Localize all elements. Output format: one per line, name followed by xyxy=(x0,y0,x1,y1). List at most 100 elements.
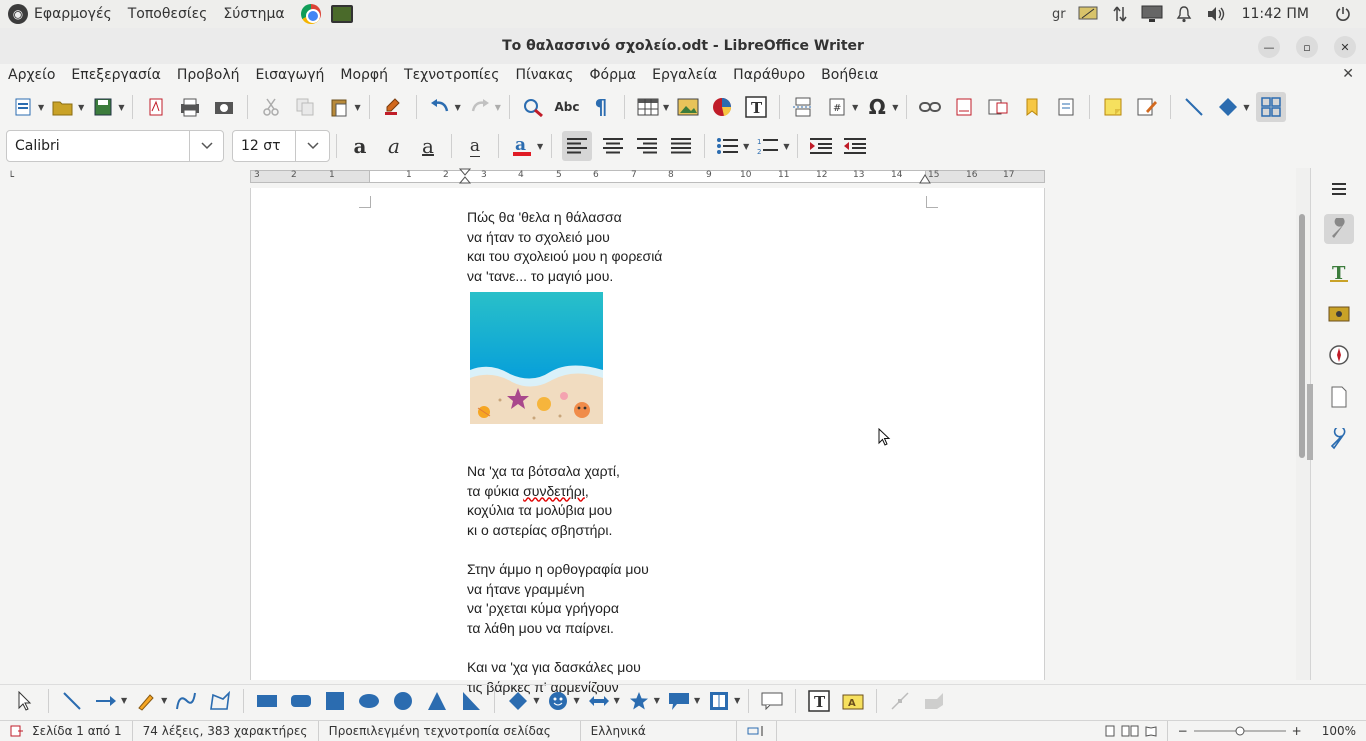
maximize-button[interactable]: ▫ xyxy=(1296,36,1318,58)
menu-format[interactable]: Μορφή xyxy=(340,67,388,83)
table-dropdown-icon[interactable]: ▼ xyxy=(663,103,669,112)
zoom-out-icon[interactable]: − xyxy=(1178,724,1188,738)
insert-field-icon[interactable]: # xyxy=(824,94,850,120)
menu-help[interactable]: Βοήθεια xyxy=(821,67,878,83)
insert-textbox-icon[interactable]: T xyxy=(743,94,769,120)
insert-endnote-icon[interactable] xyxy=(985,94,1011,120)
menu-insert[interactable]: Εισαγωγή xyxy=(256,67,325,83)
font-name-combobox[interactable]: Calibri xyxy=(6,130,224,162)
zoom-in-icon[interactable]: + xyxy=(1292,724,1302,738)
insert-comment-callout-icon[interactable] xyxy=(759,688,785,714)
callouts-dropdown-icon[interactable]: ▼ xyxy=(694,696,700,705)
sea-beach-image[interactable] xyxy=(470,292,603,424)
applications-menu[interactable]: Εφαρμογές xyxy=(34,6,112,22)
toggle-extrusion-icon[interactable] xyxy=(921,688,947,714)
page-status[interactable]: Σελίδα 1 από 1 xyxy=(0,720,133,741)
insert-special-character-icon[interactable]: Ω xyxy=(864,94,890,120)
print-icon[interactable] xyxy=(177,94,203,120)
clone-formatting-icon[interactable] xyxy=(380,94,406,120)
underline-icon[interactable]: a xyxy=(415,133,441,159)
triangle-shape-icon[interactable] xyxy=(424,688,450,714)
minimize-button[interactable]: — xyxy=(1258,36,1280,58)
insert-fontwork-icon[interactable]: A xyxy=(840,688,866,714)
gallery-icon[interactable] xyxy=(1324,298,1354,328)
sidebar-resize-handle[interactable] xyxy=(1307,384,1313,460)
open-folder-icon[interactable] xyxy=(50,94,76,120)
square-shape-icon[interactable] xyxy=(322,688,348,714)
properties-wrench-icon[interactable] xyxy=(1324,214,1354,244)
points-edit-icon[interactable] xyxy=(887,688,913,714)
chevron-down-icon[interactable] xyxy=(295,131,329,161)
insert-cross-reference-icon[interactable] xyxy=(1053,94,1079,120)
styles-icon[interactable]: T xyxy=(1324,258,1354,288)
right-triangle-shape-icon[interactable] xyxy=(458,688,484,714)
document-page[interactable]: Πώς θα 'θελα η θάλασσα να ήταν το σχολει… xyxy=(250,188,1045,695)
justify-icon[interactable] xyxy=(668,133,694,159)
freeform-dropdown-icon[interactable]: ▼ xyxy=(161,696,167,705)
insert-footnote-icon[interactable] xyxy=(951,94,977,120)
unordered-list-icon[interactable] xyxy=(715,133,741,159)
open-dropdown-icon[interactable]: ▼ xyxy=(78,103,84,112)
insert-chart-icon[interactable] xyxy=(709,94,735,120)
chrome-launcher-icon[interactable] xyxy=(300,4,321,24)
special-char-dropdown-icon[interactable]: ▼ xyxy=(892,103,898,112)
multi-page-view-icon[interactable] xyxy=(1121,725,1139,737)
insert-page-break-icon[interactable] xyxy=(790,94,816,120)
zoom-level[interactable]: 100% xyxy=(1312,721,1366,741)
insert-table-icon[interactable] xyxy=(635,94,661,120)
view-layout-icons[interactable] xyxy=(1095,720,1168,741)
save-icon[interactable] xyxy=(90,94,116,120)
basic-shapes-diamond-icon[interactable] xyxy=(505,688,531,714)
font-color-icon[interactable]: a xyxy=(509,133,535,159)
horizontal-ruler[interactable]: 3 2 1 1 2 3 4 5 6 7 8 9 10 11 12 13 14 1… xyxy=(250,168,1045,184)
chevron-down-icon[interactable] xyxy=(189,131,223,161)
single-page-view-icon[interactable] xyxy=(1105,725,1115,737)
ordered-list-dropdown-icon[interactable]: ▼ xyxy=(783,142,789,151)
formatting-marks-icon[interactable]: ¶ xyxy=(588,94,614,120)
indent-marker-icon[interactable] xyxy=(459,168,471,184)
scrollbar-thumb[interactable] xyxy=(1299,214,1305,458)
stars-icon[interactable] xyxy=(626,688,652,714)
system-monitor-launcher-icon[interactable] xyxy=(330,5,353,23)
paste-icon[interactable] xyxy=(326,94,352,120)
manage-changes-icon[interactable] xyxy=(1324,424,1354,454)
insert-line-icon[interactable] xyxy=(1181,94,1207,120)
toggle-draw-functions-icon[interactable] xyxy=(1255,92,1286,122)
line-tool-icon[interactable] xyxy=(59,688,85,714)
increase-indent-icon[interactable] xyxy=(808,133,834,159)
menu-form[interactable]: Φόρμα xyxy=(589,67,636,83)
tab-stop-type-icon[interactable]: └ xyxy=(8,172,14,183)
export-pdf-icon[interactable] xyxy=(143,94,169,120)
close-window-button[interactable]: ✕ xyxy=(1334,36,1356,58)
menu-edit[interactable]: Επεξεργασία xyxy=(71,67,160,83)
page-icon[interactable] xyxy=(1324,382,1354,412)
arrow-line-tool-icon[interactable] xyxy=(93,688,119,714)
navigator-icon[interactable] xyxy=(1324,340,1354,370)
paste-dropdown-icon[interactable]: ▼ xyxy=(354,103,360,112)
basic-shapes-dropdown-icon[interactable]: ▼ xyxy=(533,696,539,705)
unordered-list-dropdown-icon[interactable]: ▼ xyxy=(743,142,749,151)
callouts-icon[interactable] xyxy=(666,688,692,714)
symbol-shapes-dropdown-icon[interactable]: ▼ xyxy=(573,696,579,705)
right-indent-marker-icon[interactable] xyxy=(919,174,931,184)
menu-styles[interactable]: Τεχνοτροπίες xyxy=(404,67,499,83)
font-size-combobox[interactable]: 12 στ xyxy=(232,130,330,162)
volume-icon[interactable] xyxy=(1205,5,1227,23)
block-arrows-icon[interactable] xyxy=(586,688,612,714)
new-document-icon[interactable] xyxy=(10,94,36,120)
rectangle-shape-icon[interactable] xyxy=(254,688,280,714)
symbol-shapes-smiley-icon[interactable] xyxy=(545,688,571,714)
ubuntu-logo-icon[interactable]: ◉ xyxy=(8,4,28,24)
ellipse-shape-icon[interactable] xyxy=(356,688,382,714)
insert-image-icon[interactable] xyxy=(675,94,701,120)
polygon-tool-icon[interactable] xyxy=(207,688,233,714)
window-titlebar[interactable]: Το θαλασσινό σχολείο.odt - LibreOffice W… xyxy=(0,28,1366,64)
freeform-line-icon[interactable] xyxy=(133,688,159,714)
font-name-value[interactable]: Calibri xyxy=(7,138,60,154)
menu-file[interactable]: Αρχείο xyxy=(8,67,55,83)
insert-hyperlink-icon[interactable] xyxy=(917,94,943,120)
select-arrow-icon[interactable] xyxy=(12,688,38,714)
redo-icon[interactable] xyxy=(467,94,493,120)
menu-table[interactable]: Πίνακας xyxy=(515,67,573,83)
menu-window[interactable]: Παράθυρο xyxy=(733,67,805,83)
